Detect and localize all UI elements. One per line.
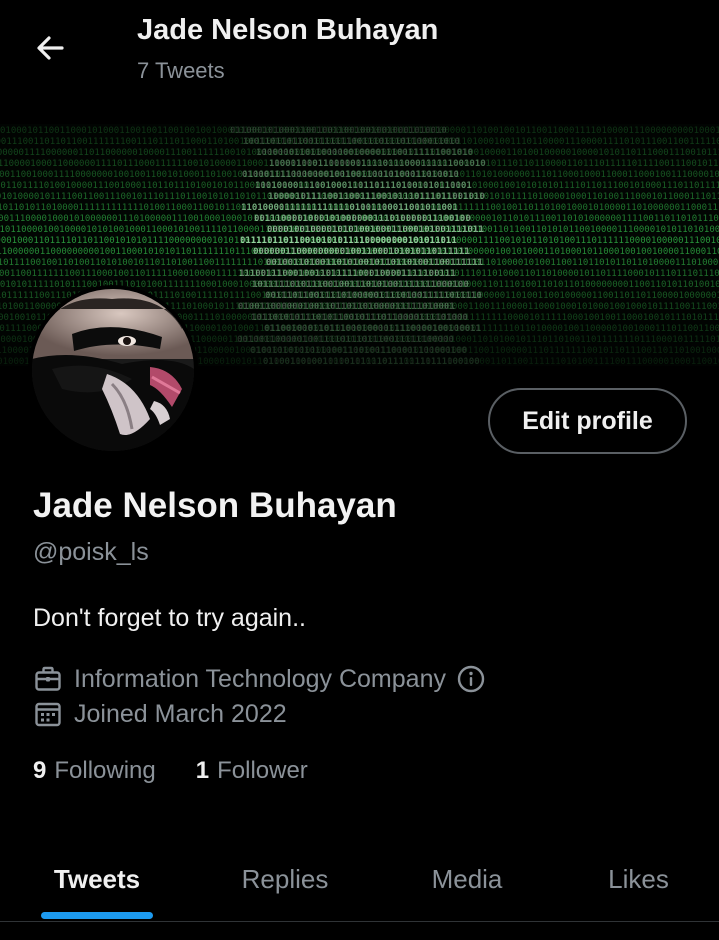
profile-bio: Don't forget to try again.. [33, 604, 306, 632]
avatar-photo [32, 289, 194, 451]
followers-count: 1 [195, 757, 210, 784]
profile-page: Jade Nelson Buhayan 7 Tweets 01000101100… [0, 0, 719, 940]
briefcase-icon [33, 664, 63, 694]
profile-category-row: Information Technology Company [33, 662, 486, 696]
tab-media[interactable]: Media [376, 836, 558, 922]
user-handle: @poisk_ls [33, 538, 149, 566]
profile-avatar[interactable] [32, 289, 194, 451]
follow-stats: 9 Following 1 Follower [33, 757, 308, 785]
header-title: Jade Nelson Buhayan [137, 14, 439, 46]
followers-link[interactable]: 1 Follower [196, 757, 308, 785]
arrow-left-icon [37, 36, 64, 60]
tab-tweets[interactable]: Tweets [0, 836, 194, 922]
display-name: Jade Nelson Buhayan [33, 486, 397, 525]
joined-date: Joined March 2022 [74, 699, 287, 728]
tab-likes[interactable]: Likes [558, 836, 719, 922]
following-label: Following [54, 757, 156, 784]
calendar-icon [33, 699, 63, 729]
back-button[interactable] [30, 28, 70, 68]
tweet-count: 7 Tweets [137, 58, 225, 83]
tabs-divider [0, 921, 719, 922]
edit-profile-button[interactable]: Edit profile [488, 388, 687, 454]
joined-date-row: Joined March 2022 [33, 697, 287, 731]
following-link[interactable]: 9 Following [33, 757, 156, 785]
profile-tabs: Tweets Replies Media Likes [0, 836, 719, 922]
top-bar: Jade Nelson Buhayan 7 Tweets [0, 0, 719, 124]
info-icon[interactable] [456, 664, 486, 694]
profile-category: Information Technology Company [74, 664, 446, 693]
tab-replies[interactable]: Replies [194, 836, 376, 922]
active-tab-indicator [41, 912, 153, 919]
followers-label: Follower [217, 757, 308, 784]
following-count: 9 [33, 757, 47, 784]
